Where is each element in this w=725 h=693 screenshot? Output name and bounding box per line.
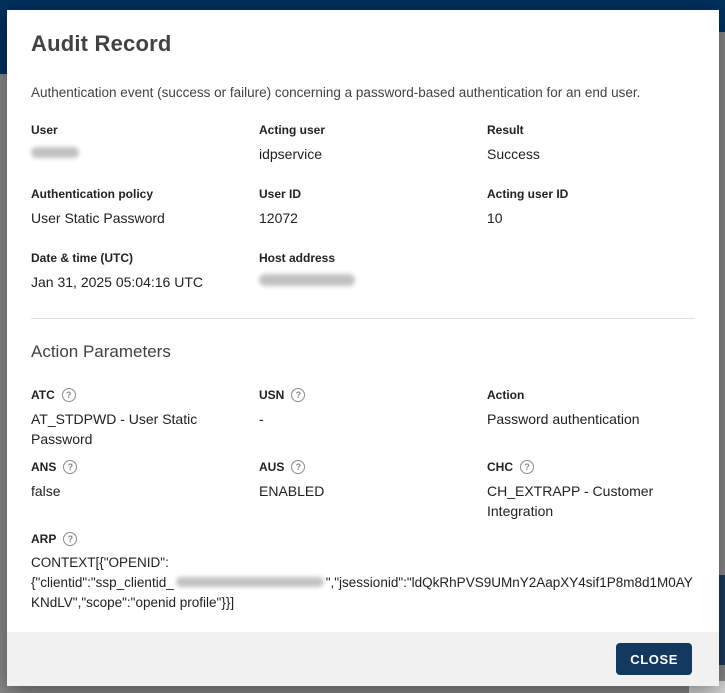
param-value: ENABLED	[259, 481, 469, 501]
backdrop-right-section	[719, 575, 725, 665]
param-value: -	[259, 409, 469, 429]
backdrop-header-right	[719, 0, 725, 32]
field-value: 12072	[259, 208, 469, 228]
param-ans: ANS ? false	[31, 459, 259, 521]
field-user-id: User ID 12072	[259, 186, 487, 228]
help-icon[interactable]: ?	[62, 388, 76, 402]
help-icon[interactable]: ?	[63, 460, 77, 474]
field-grid: User Acting user idpservice Result Succe…	[31, 122, 695, 314]
action-parameters-title: Action Parameters	[31, 341, 695, 363]
param-usn: USN ? -	[259, 387, 487, 449]
param-arp: ARP ? CONTEXT[{"OPENID": {"clientid":"ssp…	[31, 531, 695, 613]
help-icon[interactable]: ?	[520, 460, 534, 474]
field-acting-user: Acting user idpservice	[259, 122, 487, 164]
field-label: Host address	[259, 250, 469, 266]
field-label: Authentication policy	[31, 186, 241, 202]
param-label: Action	[487, 387, 524, 403]
help-icon[interactable]: ?	[291, 460, 305, 474]
param-label: ANS	[31, 459, 56, 475]
section-divider	[31, 318, 695, 319]
redacted-clientid-value	[176, 577, 324, 587]
field-label: Acting user ID	[487, 186, 677, 202]
arp-line1: CONTEXT[{"OPENID":	[31, 555, 169, 570]
field-empty	[487, 250, 695, 292]
dialog-title: Audit Record	[31, 30, 695, 58]
param-atc: ATC ? AT_STDPWD - User Static Password	[31, 387, 259, 449]
field-authentication-policy: Authentication policy User Static Passwo…	[31, 186, 259, 228]
param-label: ATC	[31, 387, 55, 403]
param-value: false	[31, 481, 241, 501]
field-label: User	[31, 122, 241, 138]
field-acting-user-id: Acting user ID 10	[487, 186, 695, 228]
field-value: idpservice	[259, 144, 469, 164]
param-chc: CHC ? CH_EXTRAPP - Customer Integration	[487, 459, 695, 521]
param-label: ARP	[31, 531, 56, 547]
param-value: Password authentication	[487, 409, 677, 429]
field-value: Success	[487, 144, 677, 164]
backdrop-header-left	[0, 0, 7, 74]
field-label: User ID	[259, 186, 469, 202]
field-value: 10	[487, 208, 677, 228]
audit-record-dialog: Audit Record Authentication event (succe…	[7, 10, 719, 686]
param-value: AT_STDPWD - User Static Password	[31, 409, 241, 449]
action-parameters-grid: ATC ? AT_STDPWD - User Static Password U…	[31, 387, 695, 531]
field-value: User Static Password	[31, 208, 241, 228]
backdrop-header-bar	[0, 0, 725, 10]
help-icon[interactable]: ?	[291, 388, 305, 402]
field-value: Jan 31, 2025 05:04:16 UTC	[31, 272, 241, 292]
redacted-host-value	[259, 274, 355, 286]
param-label: USN	[259, 387, 284, 403]
close-button[interactable]: CLOSE	[616, 643, 692, 675]
field-label: Result	[487, 122, 677, 138]
field-user: User	[31, 122, 259, 164]
dialog-footer: CLOSE	[7, 632, 719, 686]
field-label: Acting user	[259, 122, 469, 138]
dialog-description: Authentication event (success or failure…	[31, 84, 695, 102]
redacted-user-value	[31, 147, 79, 158]
param-action: Action Password authentication	[487, 387, 695, 449]
param-label: AUS	[259, 459, 284, 475]
param-value: CH_EXTRAPP - Customer Integration	[487, 481, 677, 521]
field-date-time: Date & time (UTC) Jan 31, 2025 05:04:16 …	[31, 250, 259, 292]
field-label: Date & time (UTC)	[31, 250, 241, 266]
param-arp-value: CONTEXT[{"OPENID": {"clientid":"ssp_clien…	[31, 553, 695, 613]
help-icon[interactable]: ?	[63, 532, 77, 546]
param-aus: AUS ? ENABLED	[259, 459, 487, 521]
param-label: CHC	[487, 459, 513, 475]
dialog-body: Audit Record Authentication event (succe…	[7, 10, 719, 632]
arp-clientid-prefix: {"clientid":"ssp_clientid_	[31, 575, 174, 590]
field-result: Result Success	[487, 122, 695, 164]
field-host-address: Host address	[259, 250, 487, 292]
